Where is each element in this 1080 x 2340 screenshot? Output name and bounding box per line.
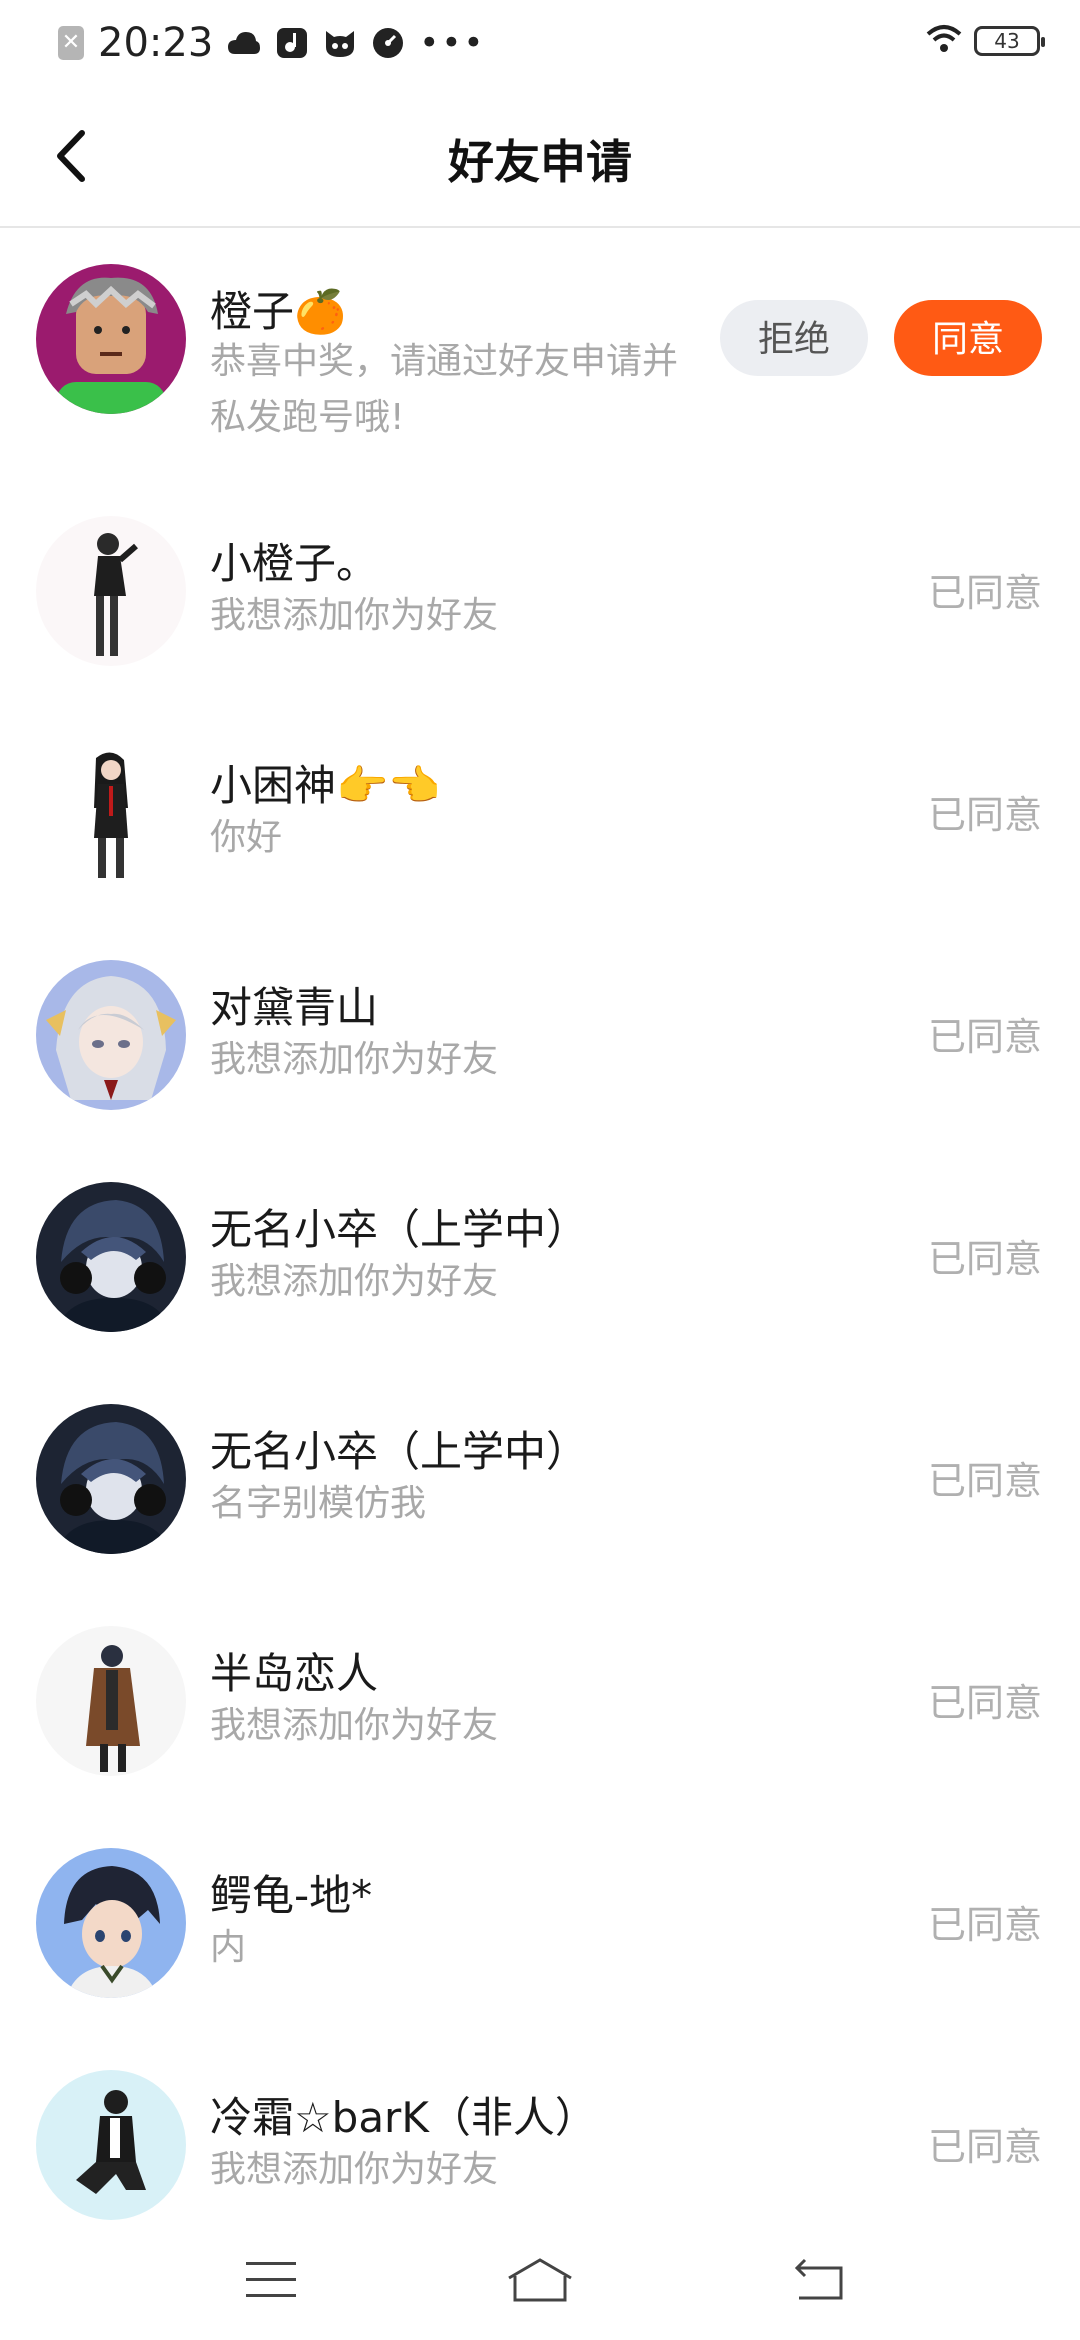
request-name: 半岛恋人: [210, 1649, 379, 1698]
request-message: 我想添加你为好友: [210, 595, 499, 636]
more-notifications: •••: [419, 23, 486, 63]
request-message: 我想添加你为好友: [210, 1039, 499, 1080]
request-message: 名字别模仿我: [210, 1483, 427, 1524]
request-message: 内: [210, 1927, 247, 1968]
avatar[interactable]: [36, 264, 186, 414]
agree-button[interactable]: 同意: [894, 300, 1042, 376]
request-name: 冷霜☆barK（非人）: [210, 2093, 597, 2142]
status-right: 43: [926, 24, 1045, 58]
request-name: 对黛青山: [210, 983, 379, 1032]
avatar[interactable]: [36, 1404, 186, 1554]
status-badge: 已同意: [927, 1903, 1042, 1947]
system-nav-bar: [0, 2220, 1080, 2340]
status-bar: ✕ 20:23 ••• 43: [0, 0, 1080, 80]
request-name: 小橙子。: [210, 539, 379, 588]
status-badge: 已同意: [927, 2125, 1042, 2169]
battery-icon: 43: [974, 26, 1045, 56]
request-message: 我想添加你为好友: [210, 2149, 499, 2190]
header: 好友申请: [0, 80, 1080, 228]
request-name: 小困神👉👈: [210, 761, 441, 810]
screen: ✕ 20:23 ••• 43 好友申请 橙子🍊 恭喜中奖，请通过好友申请并私发跑…: [0, 0, 1080, 2340]
status-left: ✕ 20:23 •••: [58, 20, 485, 66]
request-message: 我想添加你为好友: [210, 1705, 499, 1746]
page-title: 好友申请: [448, 135, 632, 189]
avatar[interactable]: [36, 738, 186, 888]
close-notification-icon: ✕: [58, 26, 84, 60]
status-time: 20:23: [98, 20, 214, 66]
avatar[interactable]: [36, 960, 186, 1110]
friend-request-item[interactable]: 小橙子。 我想添加你为好友 已同意: [0, 478, 1080, 700]
friend-request-item[interactable]: 鳄龟-地* 内 已同意: [0, 1810, 1080, 2032]
avatar[interactable]: [36, 1848, 186, 1998]
request-message: 你好: [210, 817, 283, 858]
request-name: 无名小卒（上学中）: [210, 1427, 589, 1476]
avatar[interactable]: [36, 1182, 186, 1332]
friend-request-item[interactable]: 半岛恋人 我想添加你为好友 已同意: [0, 1588, 1080, 1810]
request-name: 鳄龟-地*: [210, 1871, 373, 1920]
avatar[interactable]: [36, 2070, 186, 2220]
home-icon[interactable]: [505, 2250, 575, 2310]
wifi-icon: [926, 24, 962, 58]
status-badge: 已同意: [927, 1015, 1042, 1059]
status-badge: 已同意: [927, 793, 1042, 837]
avatar[interactable]: [36, 516, 186, 666]
cloud-icon: [227, 26, 261, 60]
reject-button[interactable]: 拒绝: [720, 300, 868, 376]
menu-icon[interactable]: [236, 2250, 306, 2310]
avatar[interactable]: [36, 1626, 186, 1776]
status-badge: 已同意: [927, 1459, 1042, 1503]
back-icon[interactable]: [786, 2250, 856, 2310]
status-badge: 已同意: [927, 1681, 1042, 1725]
request-message: 我想添加你为好友: [210, 1261, 499, 1302]
friend-request-item[interactable]: 橙子🍊 恭喜中奖，请通过好友申请并私发跑号哦! 拒绝 同意: [0, 228, 1080, 478]
music-icon: [275, 26, 309, 60]
speed-icon: [371, 26, 405, 60]
status-badge: 已同意: [927, 571, 1042, 615]
friend-request-item[interactable]: 无名小卒（上学中） 名字别模仿我 已同意: [0, 1366, 1080, 1588]
friend-request-list: 橙子🍊 恭喜中奖，请通过好友申请并私发跑号哦! 拒绝 同意 小橙子。 我想添加你…: [0, 228, 1080, 2254]
request-message: 恭喜中奖，请通过好友申请并私发跑号哦!: [210, 341, 679, 438]
request-name: 无名小卒（上学中）: [210, 1205, 589, 1254]
cat-icon: [323, 26, 357, 60]
friend-request-item[interactable]: 无名小卒（上学中） 我想添加你为好友 已同意: [0, 1144, 1080, 1366]
request-name: 橙子🍊: [210, 287, 347, 336]
friend-request-item[interactable]: 小困神👉👈 你好 已同意: [0, 700, 1080, 922]
friend-request-item[interactable]: 对黛青山 我想添加你为好友 已同意: [0, 922, 1080, 1144]
status-badge: 已同意: [927, 1237, 1042, 1281]
